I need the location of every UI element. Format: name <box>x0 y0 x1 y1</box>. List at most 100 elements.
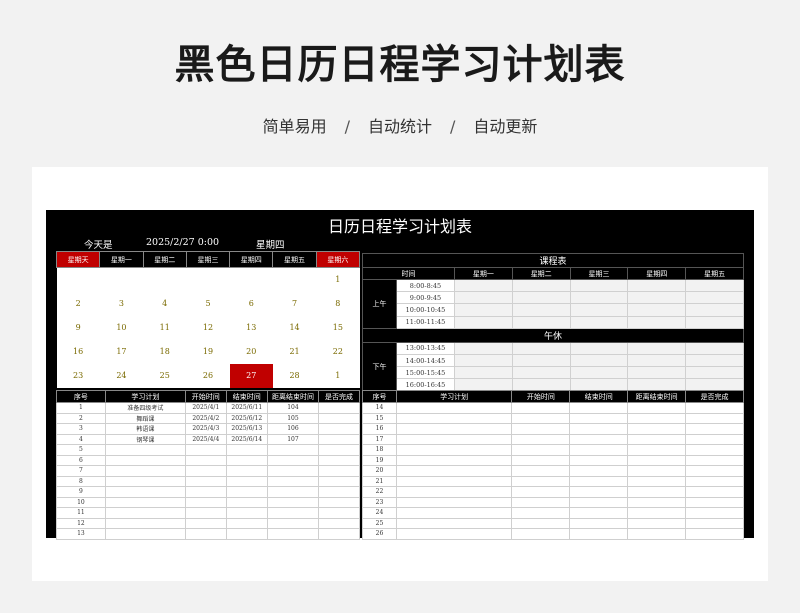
plan-cell[interactable] <box>511 496 571 508</box>
plan-cell[interactable]: 2025/6/14 <box>225 433 268 445</box>
calendar-day[interactable]: 25 <box>143 363 187 388</box>
plan-cell[interactable]: 2025/6/13 <box>225 423 268 435</box>
schedule-cell[interactable] <box>627 291 687 305</box>
plan-cell[interactable] <box>569 507 629 519</box>
plan-cell[interactable] <box>685 486 744 498</box>
schedule-cell[interactable] <box>569 303 629 317</box>
schedule-cell[interactable] <box>454 291 513 305</box>
schedule-cell[interactable] <box>511 303 571 317</box>
plan-cell[interactable] <box>104 486 186 498</box>
plan-cell[interactable]: 舞蹈课 <box>104 412 186 424</box>
calendar-day[interactable] <box>56 267 100 292</box>
schedule-cell[interactable] <box>627 366 687 380</box>
schedule-cell[interactable] <box>569 366 629 380</box>
schedule-cell[interactable] <box>454 366 513 380</box>
plan-cell[interactable] <box>225 454 268 466</box>
calendar-day[interactable]: 9 <box>56 315 100 340</box>
plan-cell[interactable] <box>318 475 360 487</box>
plan-cell[interactable] <box>266 507 320 519</box>
calendar-day[interactable]: 7 <box>272 291 317 316</box>
plan-cell[interactable] <box>685 402 744 414</box>
schedule-cell[interactable] <box>569 278 629 293</box>
plan-cell[interactable] <box>627 412 687 424</box>
plan-cell[interactable] <box>511 412 571 424</box>
plan-cell[interactable]: 2025/4/2 <box>184 412 227 424</box>
schedule-cell[interactable] <box>685 353 744 368</box>
calendar-day[interactable]: 1 <box>316 267 360 292</box>
plan-cell[interactable] <box>511 454 571 466</box>
plan-cell[interactable] <box>395 433 513 445</box>
plan-cell[interactable] <box>318 496 360 508</box>
plan-cell[interactable]: 2025/6/12 <box>225 412 268 424</box>
schedule-cell[interactable] <box>454 278 513 293</box>
plan-cell[interactable] <box>395 528 513 540</box>
plan-cell[interactable] <box>627 444 687 456</box>
plan-cell[interactable] <box>685 475 744 487</box>
plan-cell[interactable]: 106 <box>266 423 320 435</box>
calendar-day[interactable]: 27 <box>229 363 273 388</box>
plan-cell[interactable] <box>627 517 687 529</box>
plan-cell[interactable] <box>511 507 571 519</box>
calendar-day[interactable]: 14 <box>272 315 317 340</box>
schedule-cell[interactable] <box>454 353 513 368</box>
plan-cell[interactable] <box>184 507 227 519</box>
plan-cell[interactable] <box>627 465 687 477</box>
plan-cell[interactable] <box>266 454 320 466</box>
plan-cell[interactable] <box>685 444 744 456</box>
calendar-day[interactable]: 15 <box>316 315 360 340</box>
schedule-cell[interactable] <box>454 341 513 355</box>
plan-cell[interactable] <box>569 433 629 445</box>
plan-cell[interactable] <box>395 465 513 477</box>
plan-cell[interactable] <box>511 528 571 540</box>
plan-cell[interactable] <box>104 444 186 456</box>
plan-cell[interactable]: 105 <box>266 412 320 424</box>
calendar-day[interactable]: 5 <box>186 291 230 316</box>
plan-cell[interactable] <box>184 475 227 487</box>
schedule-cell[interactable] <box>685 315 744 329</box>
schedule-cell[interactable] <box>511 278 571 293</box>
plan-cell[interactable] <box>225 486 268 498</box>
schedule-cell[interactable] <box>569 291 629 305</box>
schedule-cell[interactable] <box>569 341 629 355</box>
calendar-day[interactable]: 13 <box>229 315 273 340</box>
schedule-cell[interactable] <box>627 341 687 355</box>
plan-cell[interactable] <box>511 475 571 487</box>
calendar-day[interactable] <box>99 267 144 292</box>
plan-cell[interactable] <box>184 486 227 498</box>
plan-cell[interactable] <box>685 517 744 529</box>
plan-cell[interactable] <box>318 423 360 435</box>
plan-cell[interactable] <box>569 475 629 487</box>
calendar-day[interactable] <box>272 267 317 292</box>
schedule-cell[interactable] <box>685 303 744 317</box>
plan-cell[interactable] <box>685 412 744 424</box>
plan-cell[interactable] <box>225 444 268 456</box>
plan-cell[interactable] <box>395 444 513 456</box>
schedule-cell[interactable] <box>454 303 513 317</box>
plan-cell[interactable] <box>318 465 360 477</box>
calendar-day[interactable]: 10 <box>99 315 144 340</box>
plan-cell[interactable] <box>569 465 629 477</box>
plan-cell[interactable] <box>318 402 360 414</box>
plan-cell[interactable]: 准备四级考试 <box>104 402 186 414</box>
plan-cell[interactable] <box>395 412 513 424</box>
plan-cell[interactable] <box>225 528 268 540</box>
plan-cell[interactable] <box>627 486 687 498</box>
plan-cell[interactable] <box>104 517 186 529</box>
plan-cell[interactable] <box>569 486 629 498</box>
plan-cell[interactable] <box>627 423 687 435</box>
plan-cell[interactable]: 2025/4/1 <box>184 402 227 414</box>
plan-cell[interactable]: 2025/4/3 <box>184 423 227 435</box>
plan-cell[interactable] <box>511 517 571 529</box>
schedule-cell[interactable] <box>627 278 687 293</box>
plan-cell[interactable] <box>395 423 513 435</box>
plan-cell[interactable] <box>318 454 360 466</box>
calendar-day[interactable]: 22 <box>316 339 360 364</box>
plan-cell[interactable] <box>318 517 360 529</box>
schedule-cell[interactable] <box>569 353 629 368</box>
plan-cell[interactable] <box>511 486 571 498</box>
calendar-day[interactable]: 21 <box>272 339 317 364</box>
plan-cell[interactable] <box>569 444 629 456</box>
plan-cell[interactable] <box>225 475 268 487</box>
plan-cell[interactable] <box>511 423 571 435</box>
plan-cell[interactable]: 104 <box>266 402 320 414</box>
